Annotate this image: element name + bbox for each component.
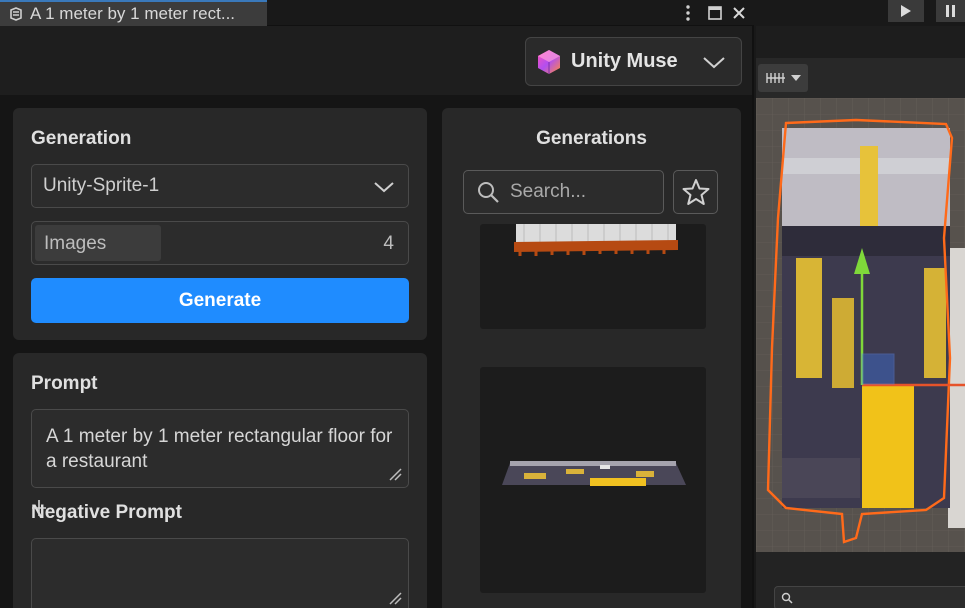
maximize-icon[interactable] <box>705 2 725 24</box>
unity-editor: A 1 meter by 1 meter rect... Unity Muse … <box>0 0 965 608</box>
kebab-menu-icon[interactable] <box>678 2 698 24</box>
prompt-textarea[interactable]: A 1 meter by 1 meter rectangular floor f… <box>31 409 409 488</box>
generation-thumbnail[interactable] <box>480 367 706 593</box>
negative-prompt-title: Negative Prompt <box>31 502 182 523</box>
product-dropdown-label: Unity Muse <box>571 50 678 72</box>
scene-toolbar <box>756 58 965 98</box>
search-placeholder: Search... <box>510 181 587 202</box>
generation-title: Generation <box>31 128 132 149</box>
crosshair-cursor-icon <box>31 497 47 523</box>
images-label: Images <box>44 233 107 254</box>
scene-bottom-bar <box>756 552 965 608</box>
favorites-filter-button[interactable] <box>673 170 718 214</box>
resize-handle-icon[interactable] <box>388 467 402 481</box>
window-header: Unity Muse <box>0 27 752 95</box>
resize-handle-icon[interactable] <box>388 591 402 605</box>
pause-button[interactable] <box>936 0 965 22</box>
generations-title: Generations <box>536 128 647 149</box>
scene-content <box>756 98 965 552</box>
model-dropdown[interactable]: Unity-Sprite-1 <box>31 164 409 208</box>
prompt-text: A 1 meter by 1 meter rectangular floor f… <box>46 426 393 472</box>
generations-search-input[interactable]: Search... <box>463 170 664 214</box>
generated-sprite-image <box>514 224 678 256</box>
ruler-icon <box>765 73 785 83</box>
search-icon <box>478 182 499 203</box>
product-dropdown[interactable]: Unity Muse <box>525 37 742 86</box>
generate-button-label: Generate <box>178 289 262 311</box>
window-tab[interactable]: A 1 meter by 1 meter rect... <box>0 0 267 26</box>
unity-logo-icon <box>10 7 22 21</box>
negative-prompt-textarea[interactable] <box>31 538 409 608</box>
play-icon <box>901 5 911 17</box>
play-button[interactable] <box>888 0 924 22</box>
pause-icon <box>945 5 955 17</box>
star-icon <box>682 179 709 205</box>
model-dropdown-value: Unity-Sprite-1 <box>43 175 160 196</box>
scene-top-bar <box>756 0 965 26</box>
scene-view <box>756 0 965 608</box>
window-tab-title: A 1 meter by 1 meter rect... <box>30 4 236 23</box>
chevron-down-icon <box>374 182 394 193</box>
chevron-down-icon <box>703 57 725 69</box>
window-tab-bar: A 1 meter by 1 meter rect... <box>0 0 754 26</box>
hierarchy-search-input[interactable] <box>774 586 965 608</box>
images-count: 4 <box>383 233 394 254</box>
muse-sprite-window: A 1 meter by 1 meter rect... Unity Muse … <box>0 0 754 608</box>
dropdown-triangle-icon <box>790 75 801 81</box>
close-icon[interactable] <box>729 2 749 24</box>
generated-sprite-image <box>502 461 686 486</box>
prompt-title: Prompt <box>31 373 98 394</box>
images-count-slider[interactable]: Images 4 <box>31 221 409 265</box>
gizmo-toggle-button[interactable] <box>758 64 808 92</box>
scene-viewport[interactable] <box>756 98 965 552</box>
muse-logo-icon <box>538 49 560 74</box>
search-icon <box>781 592 793 604</box>
generation-thumbnail[interactable] <box>480 224 706 329</box>
generate-button[interactable]: Generate <box>31 278 409 323</box>
